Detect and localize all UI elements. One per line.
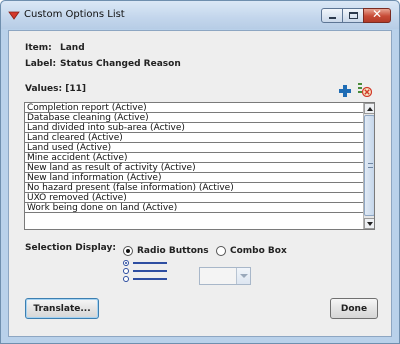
values-list-scrollbar[interactable] <box>363 103 374 229</box>
minimize-icon <box>329 17 336 19</box>
title-bar[interactable]: Custom Options List ✕ <box>1 1 399 29</box>
translate-button[interactable]: Translate... <box>25 298 99 319</box>
radio-buttons-option-label: Radio Buttons <box>137 246 209 256</box>
combo-box-option[interactable] <box>216 246 226 256</box>
custom-options-list-window: Custom Options List ✕ Item: Land Label: … <box>0 0 400 344</box>
red-chevron-icon <box>8 11 20 20</box>
list-item[interactable]: Work being done on land (Active) <box>25 203 374 213</box>
list-item[interactable]: No hazard present (false information) (A… <box>25 183 374 193</box>
values-list[interactable]: Completion report (Active) Database clean… <box>24 102 375 230</box>
values-header: Values: [11] <box>25 84 86 94</box>
label-value: Status Changed Reason <box>60 59 181 69</box>
list-item[interactable]: New land information (Active) <box>25 173 374 183</box>
values-list-items: Completion report (Active) Database clean… <box>25 103 374 213</box>
scroll-down-arrow-icon[interactable] <box>364 218 374 229</box>
list-item[interactable]: Land used (Active) <box>25 143 374 153</box>
maximize-icon <box>349 12 358 19</box>
remove-icon[interactable] <box>357 82 372 97</box>
scrollbar-thumb[interactable] <box>364 115 374 216</box>
close-icon: ✕ <box>371 7 383 21</box>
scroll-up-arrow-icon[interactable] <box>364 103 374 114</box>
combo-box-preview <box>199 267 251 285</box>
list-item[interactable]: UXO removed (Active) <box>25 193 374 203</box>
list-item[interactable]: Completion report (Active) <box>25 103 374 113</box>
list-item[interactable]: Mine accident (Active) <box>25 153 374 163</box>
list-item[interactable]: Land cleared (Active) <box>25 133 374 143</box>
item-value: Land <box>60 43 85 53</box>
radio-buttons-option[interactable] <box>123 246 133 256</box>
chevron-down-icon <box>236 268 250 284</box>
combo-box-option-label: Combo Box <box>230 246 287 256</box>
item-label: Item: <box>25 43 52 53</box>
minimize-button[interactable] <box>321 8 343 23</box>
selection-display-label: Selection Display: <box>25 243 116 253</box>
maximize-button[interactable] <box>342 8 364 23</box>
window-title: Custom Options List <box>24 9 125 20</box>
list-item[interactable]: Database cleaning (Active) <box>25 113 374 123</box>
add-plus-icon[interactable] <box>339 85 351 97</box>
list-item[interactable]: New land as result of activity (Active) <box>25 163 374 173</box>
close-button[interactable]: ✕ <box>363 7 391 23</box>
done-button[interactable]: Done <box>330 298 378 319</box>
scrollbar-grip-icon <box>368 163 373 168</box>
label-label: Label: <box>25 59 57 69</box>
list-item[interactable]: Land divided into sub-area (Active) <box>25 123 374 133</box>
radio-buttons-preview-icon <box>123 260 169 286</box>
